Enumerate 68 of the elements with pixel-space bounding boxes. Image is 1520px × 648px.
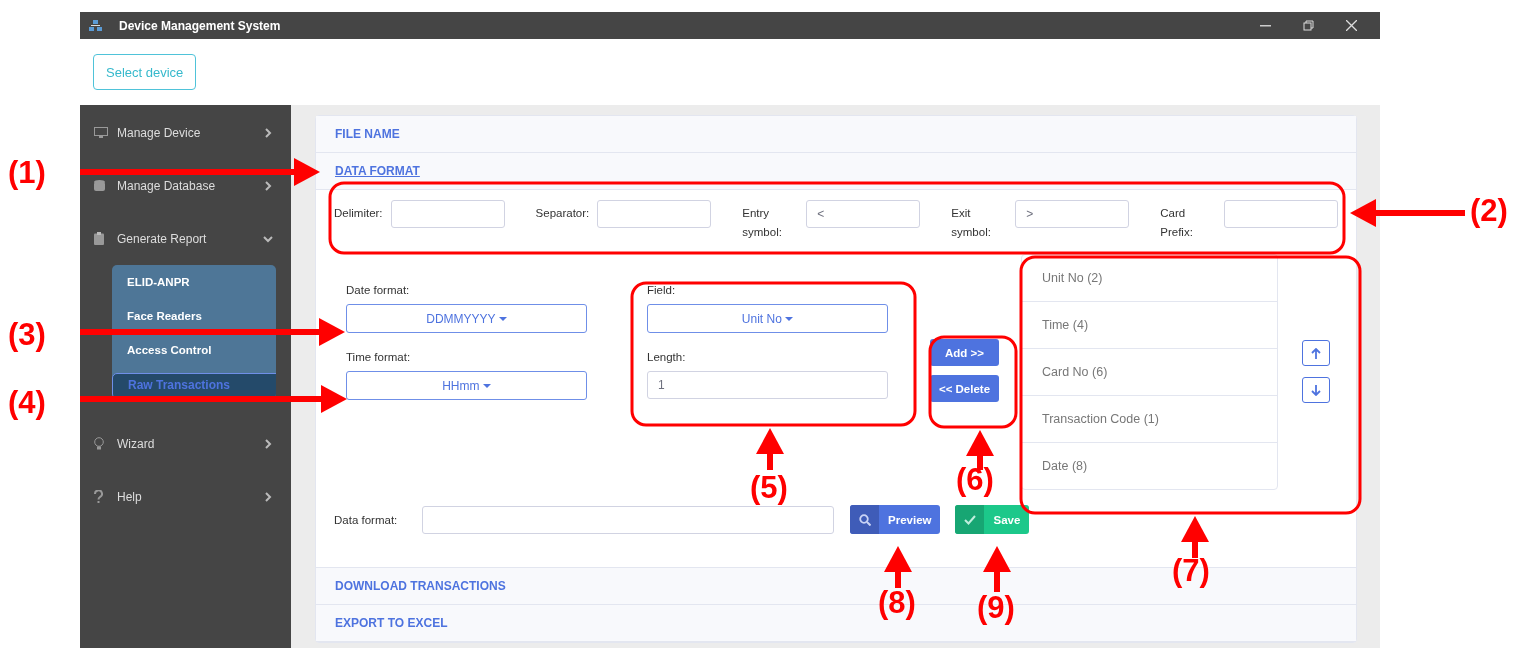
clipboard-icon: [94, 232, 104, 245]
sidebar-item[interactable]: Wizard: [80, 417, 291, 470]
caret-icon: [785, 316, 794, 321]
callout-label: (2): [1470, 193, 1508, 229]
app-icon: [89, 20, 102, 31]
field-label: Delimiter:: [334, 206, 383, 221]
callout-label: (4): [8, 385, 46, 421]
arrow-up-icon: [1311, 347, 1321, 359]
submenu-item[interactable]: Access Control: [112, 339, 276, 361]
field-label: Data format:: [334, 513, 399, 526]
callout-arrow: [756, 428, 784, 470]
lightbulb-icon: [94, 437, 104, 450]
select-device-button[interactable]: Select device: [93, 54, 197, 90]
symbol-input[interactable]: >: [1015, 200, 1130, 228]
sidebar-item[interactable]: Generate Report: [80, 212, 291, 265]
list-item[interactable]: Card No (6): [1022, 349, 1277, 396]
sidebar-item[interactable]: Manage Device: [80, 106, 291, 159]
date-format-dropdown[interactable]: DDMMYYYY: [346, 304, 587, 333]
add-button[interactable]: Add >>: [930, 339, 999, 366]
callout-arrow: [983, 546, 1011, 592]
database-icon: [94, 179, 105, 192]
caret-icon: [498, 316, 507, 321]
search-icon: [858, 513, 871, 526]
check-icon: [964, 514, 976, 525]
field-label: Time format:: [346, 351, 412, 363]
submenu-item[interactable]: ELID-ANPR: [112, 271, 276, 293]
preview-button[interactable]: Preview: [850, 505, 941, 534]
section-header[interactable]: DATA FORMAT: [316, 153, 1356, 190]
callout-label: (1): [8, 155, 46, 191]
sidebar-item[interactable]: Manage Database: [80, 159, 291, 212]
symbol-input[interactable]: [390, 200, 505, 228]
list-item[interactable]: Time (4): [1022, 302, 1277, 349]
symbol-input[interactable]: <: [806, 200, 921, 228]
move-up-button[interactable]: [1302, 340, 1330, 366]
delete-button[interactable]: << Delete: [930, 375, 999, 402]
move-down-button[interactable]: [1302, 377, 1330, 403]
list-item[interactable]: Date (8): [1022, 443, 1277, 489]
field-dropdown[interactable]: Unit No: [647, 304, 888, 333]
time-format-dropdown[interactable]: HHmm: [346, 371, 587, 400]
section-header[interactable]: FILE NAME: [316, 116, 1356, 153]
symbol-input[interactable]: [597, 200, 712, 228]
callout-label: (3): [8, 317, 46, 353]
callout-label: (6): [956, 462, 994, 498]
field-label: Card Prefix:: [1160, 206, 1194, 240]
callout-arrow: [1181, 516, 1209, 558]
data-format-input[interactable]: [422, 505, 834, 534]
field-label: Field:: [647, 284, 677, 296]
field-label: Exit symbol:: [951, 206, 992, 240]
submenu-item[interactable]: Face Readers: [112, 305, 276, 327]
callout-label: (5): [750, 470, 788, 506]
minimize-icon[interactable]: [1260, 24, 1271, 27]
arrow-down-icon: [1311, 384, 1321, 396]
list-item[interactable]: Unit No (2): [1022, 255, 1277, 302]
sidebar-item[interactable]: Help: [80, 470, 291, 523]
window-title: Device Management System: [119, 18, 281, 33]
caret-icon: [482, 383, 491, 388]
question-icon: [94, 490, 103, 503]
symbol-input[interactable]: [1224, 200, 1339, 228]
field-label: Date format:: [346, 284, 411, 296]
field-label: Length:: [647, 351, 687, 363]
monitor-icon: [94, 126, 108, 139]
close-icon[interactable]: [1346, 20, 1357, 31]
callout-arrow: [884, 546, 912, 588]
restore-icon[interactable]: [1303, 20, 1314, 31]
list-item[interactable]: Transaction Code (1): [1022, 396, 1277, 443]
field-label: Separator:: [535, 206, 590, 221]
field-label: Entry symbol:: [742, 206, 783, 240]
length-input[interactable]: 1: [647, 371, 888, 399]
